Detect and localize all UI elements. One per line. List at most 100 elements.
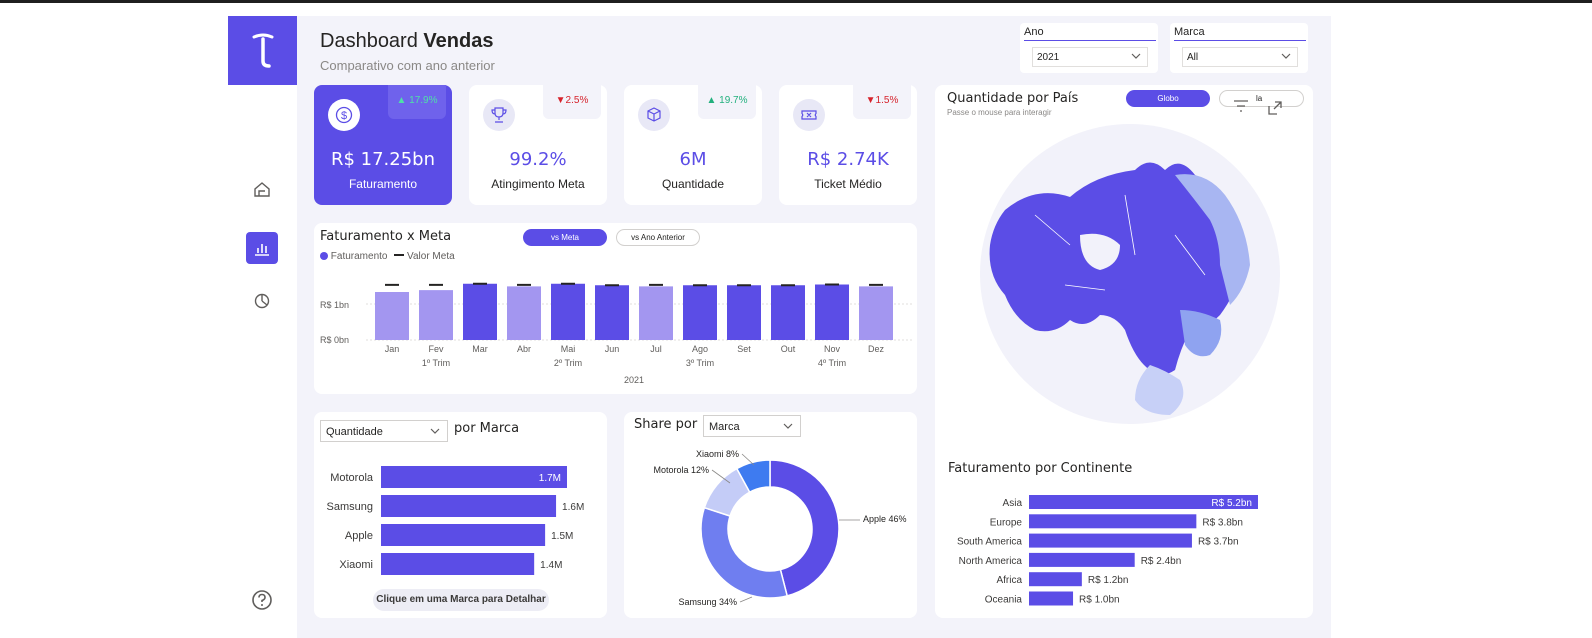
kpi-name: Ticket Médio [814,177,882,191]
kpi-delta-value: 17.9% [409,95,438,106]
logo-icon [252,33,273,68]
y-tick-label: R$ 1bn [320,300,349,310]
quarter-label: 2º Trim [554,358,582,368]
continent-label: North America [959,556,1023,567]
chevron-down-icon [783,423,793,429]
bar-faturamento [507,286,541,340]
brand-value-label: 1.4M [540,560,562,571]
month-label: Abr [517,344,531,354]
bar-faturamento [683,285,717,340]
month-label: Nov [824,344,841,354]
bar-chart-icon [255,244,269,256]
continent-label: Oceania [985,595,1023,606]
window-top-border [0,0,1592,3]
chevron-down-icon [1281,53,1291,59]
share-dropdown-value: Marca [709,421,740,433]
marca-chart: Motorola 1.7M Samsung 1.6M Apple 1.5M Xiaomi 1.… [327,466,584,575]
kpi-delta: ▼1.5% [853,85,911,119]
nav-help-button[interactable] [246,584,278,616]
kpi-name: Quantidade [661,177,725,191]
month-label: Jul [650,344,662,354]
metric-dropdown[interactable]: Quantidade [320,420,448,442]
continente-title: Faturamento por Continente [948,461,1133,476]
bar-faturamento [771,285,805,340]
bar-faturamento [639,286,673,340]
tab-vs-ano-anterior[interactable]: vs Ano Anterior [616,229,700,246]
fat-meta-legend: Faturamento Valor Meta [320,251,455,262]
donut-label: Motorola 12% [653,465,709,475]
month-label: Fev [428,344,444,354]
year-label: 2021 [624,375,644,385]
svg-text:$: $ [341,110,347,122]
map-title: Quantidade por País [947,91,1079,106]
brand-value-label: 1.7M [539,473,561,484]
kpi-card-ticket[interactable]: ▼1.5% R$ 2.74K Ticket Médio [779,85,917,205]
continent-value-label: R$ 1.2bn [1088,575,1129,586]
globe-map[interactable] [975,115,1285,433]
continent-label: South America [957,537,1022,548]
sidebar [228,16,297,638]
bar-faturamento [815,284,849,340]
legend-line-meta [394,254,405,256]
kpi-card-atingimento[interactable]: ▼2.5% 99.2% Atingimento Meta [469,85,607,205]
kpi-card-faturamento[interactable]: $ ▲ 17.9% R$ 17.25bn Faturamento [314,85,452,205]
trophy-icon [483,99,515,131]
continent-bar [1029,591,1074,606]
continent-bar [1029,514,1197,529]
kpi-card-quantidade[interactable]: ▲ 19.7% 6M Quantidade [624,85,762,205]
brand-label: Samsung [327,501,373,513]
metric-dropdown-value: Quantidade [326,426,383,438]
quarter-label: 1º Trim [422,358,450,368]
brand-value-label: 1.6M [562,502,584,513]
pie-chart-icon [254,293,270,309]
up-arrow-icon: ▲ [396,95,410,106]
filter-icon[interactable] [1232,99,1250,113]
nav-pie-button[interactable] [246,285,278,317]
continent-bar [1029,533,1192,548]
continent-value-label: R$ 3.8bn [1202,517,1243,528]
slicer-ano-dropdown[interactable]: 2021 [1032,47,1148,67]
nav-charts-button[interactable] [246,232,278,264]
donut-label: Apple 46% [863,514,907,524]
bar-faturamento [727,285,761,340]
share-donut-chart: Apple 46% Samsung 34% Motorola 12% Xiaomi 8… [653,449,907,607]
slicer-marca-dropdown[interactable]: All [1182,47,1298,67]
month-label: Jun [605,344,620,354]
kpi-value: 99.2% [509,149,567,170]
page-title: Dashboard Vendas [320,30,493,53]
quarter-label: 4º Trim [818,358,846,368]
quarter-label: 3º Trim [686,358,714,368]
slicer-marca: Marca All [1170,23,1308,73]
donut-label: Samsung 34% [678,597,737,607]
y-tick-label: R$ 0bn [320,335,349,345]
share-title: Share por [634,417,698,432]
share-dropdown[interactable]: Marca [703,415,801,437]
fat-meta-chart: R$ 1bn R$ 0bn 1º Trim 2º Trim 3º Trim 4º… [320,282,912,385]
continent-bar [1029,552,1135,567]
donut-label: Xiaomi 8% [696,449,739,459]
tab-globo[interactable]: Globo [1126,90,1210,107]
nav-home-button[interactable] [246,174,278,206]
drillthrough-hint-button[interactable]: Clique em uma Marca para Detalhar [373,589,549,611]
kpi-delta-value: 19.7% [719,95,748,106]
kpi-delta: ▲ 17.9% [388,85,446,119]
tab-vs-meta[interactable]: vs Meta [523,229,607,246]
slicer-ano-underline [1024,40,1156,41]
kpi-value: R$ 17.25bn [330,149,436,170]
legend-label-meta: Valor Meta [407,251,455,262]
bar-faturamento [375,292,409,340]
fat-meta-title: Faturamento x Meta [320,229,452,244]
down-arrow-icon: ▼ [865,95,876,106]
kpi-delta-value: 2.5% [565,95,589,106]
brand-value-label: 1.5M [551,531,573,542]
bar-faturamento [859,286,893,340]
continent-label: Africa [996,575,1022,586]
page-subtitle: Comparativo com ano anterior [320,58,495,73]
bar-faturamento [551,283,585,340]
month-label: Out [781,344,796,354]
slicer-ano-label: Ano [1024,26,1044,38]
kpi-value: R$ 2.74K [807,149,889,170]
page-title-bold: Vendas [423,30,494,52]
month-label: Set [737,344,751,354]
slicer-marca-underline [1174,40,1306,41]
